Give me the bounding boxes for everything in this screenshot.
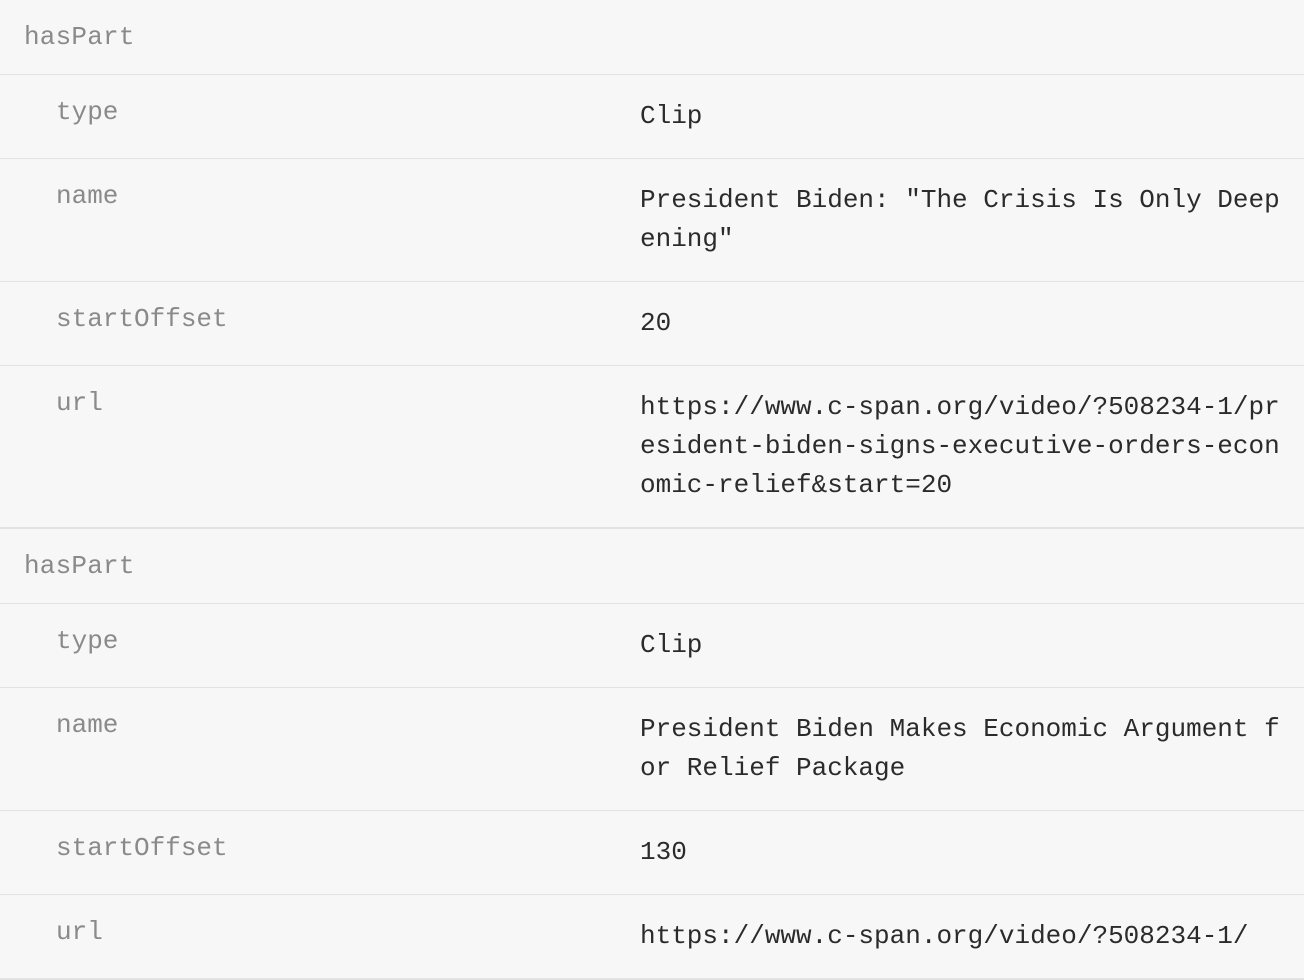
property-value: 20 <box>640 304 1304 343</box>
section-header: hasPart <box>0 529 1304 603</box>
section-rows: typeClipnamePresident Biden Makes Econom… <box>0 603 1304 980</box>
property-value: Clip <box>640 97 1304 136</box>
property-value: President Biden Makes Economic Argument … <box>640 710 1304 788</box>
property-key: type <box>0 97 640 136</box>
property-key: type <box>0 626 640 665</box>
property-row: startOffset130 <box>0 810 1304 894</box>
hasPart-section: hasParttypeClipnamePresident Biden: "The… <box>0 0 1304 529</box>
property-value: President Biden: "The Crisis Is Only Dee… <box>640 181 1304 259</box>
property-key: url <box>0 917 640 956</box>
property-value: https://www.c-span.org/video/?508234-1/ <box>640 917 1304 956</box>
property-row: startOffset20 <box>0 281 1304 365</box>
property-row: namePresident Biden: "The Crisis Is Only… <box>0 158 1304 281</box>
section-rows: typeClipnamePresident Biden: "The Crisis… <box>0 74 1304 529</box>
hasPart-section: hasParttypeClipnamePresident Biden Makes… <box>0 529 1304 980</box>
section-header: hasPart <box>0 0 1304 74</box>
property-row: urlhttps://www.c-span.org/video/?508234-… <box>0 894 1304 979</box>
property-value: https://www.c-span.org/video/?508234-1/p… <box>640 388 1304 505</box>
property-value: Clip <box>640 626 1304 665</box>
property-row: urlhttps://www.c-span.org/video/?508234-… <box>0 365 1304 528</box>
property-value: 130 <box>640 833 1304 872</box>
property-key: startOffset <box>0 304 640 343</box>
property-row: typeClip <box>0 603 1304 687</box>
property-row: namePresident Biden Makes Economic Argum… <box>0 687 1304 810</box>
property-key: name <box>0 710 640 788</box>
property-key: startOffset <box>0 833 640 872</box>
property-key: name <box>0 181 640 259</box>
property-row: typeClip <box>0 74 1304 158</box>
sections-container: hasParttypeClipnamePresident Biden: "The… <box>0 0 1304 980</box>
property-key: url <box>0 388 640 505</box>
structured-data-panel: hasParttypeClipnamePresident Biden: "The… <box>0 0 1304 980</box>
